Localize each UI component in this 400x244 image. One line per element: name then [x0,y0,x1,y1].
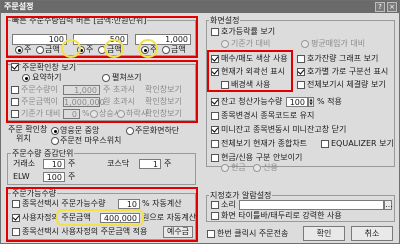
one-click-label: 한번 클릭시 주문전송 [217,229,289,238]
liquidate-input[interactable]: 100 [286,97,308,107]
kosdaq-label: 코스닥 [107,159,130,168]
hoga-avg-radio[interactable] [301,40,309,48]
pos-label-2: 위치 [16,134,31,143]
liquidate-unit: % 적용 [317,97,342,106]
popup-checkbox[interactable] [211,212,219,220]
sound-browse-button[interactable]: … [384,200,393,210]
elw-label: ELW [13,172,30,181]
credit-radio[interactable] [253,164,261,172]
full-chart-checkbox[interactable] [211,140,219,148]
cancel-button[interactable]: 취소 [351,226,393,241]
hide-credit-label: 현금/신용 구분 안보이기 [221,153,303,162]
hoga-base-radio[interactable] [221,40,229,48]
popup-label: 화면 타이틀바/태두리로 강력한 사용 [221,211,342,220]
cash-label: 현금 [231,163,246,172]
yellow-circle-1 [61,39,81,58]
qty-unit-legend: 주문수량 증감단위 [11,148,75,159]
yellow-highlight-amount [56,209,144,226]
cash-radio[interactable] [221,164,229,172]
elw-unit: 주 [68,172,76,181]
hoga-base-label: 기준가 대비 [231,39,271,48]
mini-close-label: 미니잔고 종목변동시 미니잔고창 닫기 [221,125,347,134]
red-highlight-quick [6,16,198,58]
mini-close-checkbox[interactable] [211,126,219,134]
close-button[interactable]: × [387,2,397,12]
window-title: 주문설정 [1,1,399,13]
ok-button[interactable]: 확인 [303,226,345,241]
yellow-circle-2 [104,39,124,58]
keep-code-label: 종목변경시 종목코드로 유지 [221,111,315,120]
pos-bottom-radio[interactable] [126,127,134,135]
elw-input[interactable]: 100 [43,172,65,182]
pos-center-radio[interactable] [51,127,59,135]
hide-credit-checkbox[interactable] [211,154,219,162]
hline-label: 호가별 가로 구분선 표시 [307,67,389,76]
sound-checkbox[interactable] [211,201,219,209]
volume-label: 전체보기시 체결량 보기 [307,80,386,89]
order-settings-window: 주문설정 ? × 빠른 주문수량입력 버튼 [금액:만원단위] 100 500 … [0,0,400,244]
hoga-rate-label: 호가등락률 보기 [221,27,276,36]
pos-mouse-radio[interactable] [51,137,59,145]
full-chart-label: 전체보기 현재가 종합차트 [221,139,308,148]
pos-mouse-label: 주문전 마우스위치 [60,136,122,145]
pos-center-label: 영웅문 중앙 [60,126,100,135]
credit-label: 신용 [263,163,278,172]
liquidate-label: 잔고 청산가능수량 [221,97,283,106]
sound-label: 소리 [221,200,236,209]
sound-path-input[interactable] [239,200,384,210]
kse-input[interactable]: 10 [43,159,65,169]
screen-legend: 화면설정 [209,15,241,26]
kosdaq-input[interactable]: 1 [139,159,161,169]
equalizer-label: EQUALIZER 보기 [331,139,394,148]
kse-unit: 주 [68,159,76,168]
volume-checkbox[interactable] [297,81,305,89]
kosdaq-unit: 주 [164,159,172,168]
red-highlight-screen [207,50,293,92]
liquidate-spin[interactable]: ▲ ▼ [308,97,314,107]
hline-checkbox[interactable] [297,68,305,76]
one-click-checkbox[interactable] [207,230,215,238]
pos-bottom-label: 주문화면하단 [135,126,180,135]
yellow-circle-3 [138,39,158,58]
equalizer-checkbox[interactable] [321,140,329,148]
hoga-graph-checkbox[interactable] [297,55,305,63]
hoga-graph-label: 호가잔량 그래프 보기 [307,54,379,63]
keep-code-checkbox[interactable] [211,112,219,120]
hoga-rate-checkbox[interactable] [211,28,219,36]
liquidate-checkbox[interactable] [211,98,219,106]
help-button[interactable]: ? [375,2,385,12]
kse-label: 거래소 [13,159,36,168]
hoga-avg-label: 평균매입가 대비 [311,39,366,48]
red-highlight-confirm [6,60,198,123]
